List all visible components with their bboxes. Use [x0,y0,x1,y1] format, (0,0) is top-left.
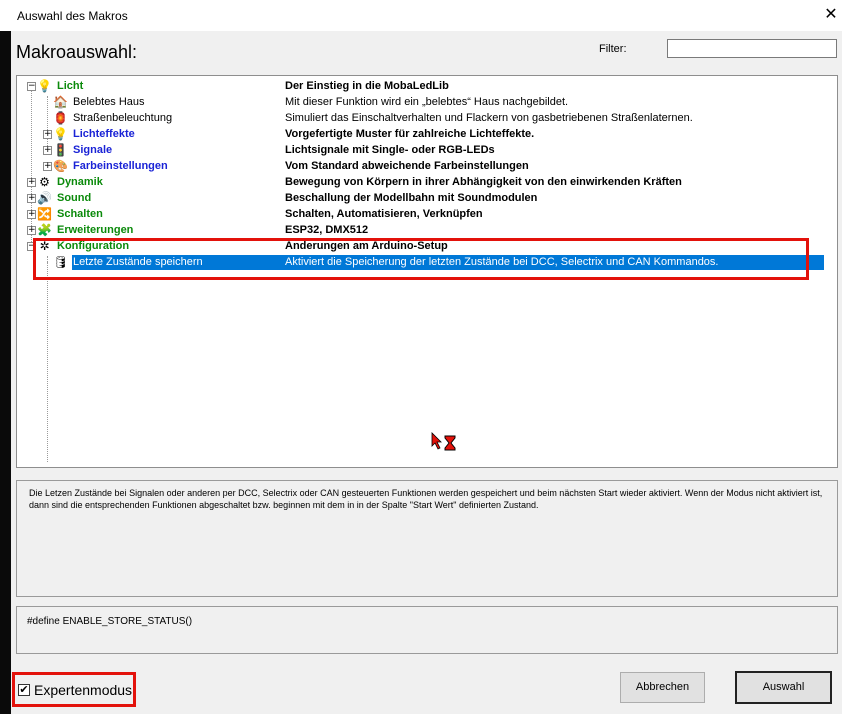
filter-label: Filter: [599,43,627,55]
select-button-label: Auswahl [762,681,805,693]
tree-row[interactable]: 🏠 Belebtes Haus Mit dieser Funktion wird e… [17,95,837,111]
switch-icon: 🔀 [37,207,52,221]
tree-item-description: Bewegung von Körpern in ihrer Abhängigke… [285,176,682,188]
tree-guide-line [47,262,48,462]
left-edge-bar [0,31,11,714]
tree-item-description: ESP32, DMX512 [285,224,369,236]
description-panel: Die Letzen Zustände bei Signalen oder an… [16,480,838,597]
expand-icon[interactable]: + [27,226,36,235]
house-icon: 🏠 [53,95,68,109]
page-title: Makroauswahl: [16,42,138,62]
busy-cursor-icon [431,432,456,451]
tree-row[interactable]: + 🎨 Farbeinstellungen Vom Standard abweiche… [17,159,837,175]
tree-item-name: Licht [57,80,84,92]
highlight-box-configuration [33,238,809,280]
expand-icon[interactable]: + [43,162,52,171]
code-text: #define ENABLE_STORE_STATUS() [27,616,193,627]
tree-item-name: Schalten [57,208,103,220]
code-panel: #define ENABLE_STORE_STATUS() [16,606,838,654]
highlight-box-expert-mode [12,672,136,707]
close-icon[interactable]: ✕ [822,4,840,26]
tree-row[interactable]: + 🔀 Schalten Schalten, Automatisieren, Verk… [17,207,837,223]
tree-row[interactable]: − 💡 Licht Der Einstieg in die MobaLedLib [17,79,837,95]
expand-icon[interactable]: + [27,210,36,219]
tree-item-description: Simuliert das Einschaltverhalten und Fla… [285,112,693,124]
expand-icon[interactable]: + [27,178,36,187]
tree-item-description: Lichtsignale mit Single- oder RGB-LEDs [285,144,495,156]
color-wheel-icon: 🎨 [53,159,68,173]
light-bulb-icon: 💡 [53,127,68,141]
tree-row[interactable]: + 💡 Lichteffekte Vorgefertigte Muster für z… [17,127,837,143]
signal-icon: 🚦 [53,143,68,157]
street-lamp-icon: 🏮 [53,111,68,125]
gear-icon: ⚙ [39,175,50,189]
expand-icon[interactable]: + [27,194,36,203]
title-bar: Auswahl des Makros ✕ [0,0,842,31]
tree-item-name: Straßenbeleuchtung [73,112,173,124]
tree-item-name: Belebtes Haus [73,96,145,108]
tree-row[interactable]: + ⚙ Dynamik Bewegung von Körpern in ihrer A… [17,175,837,191]
tree-row[interactable]: + 🔊 Sound Beschallung der Modellbahn mit So… [17,191,837,207]
tree-row[interactable]: 🏮 Straßenbeleuchtung Simuliert das Einscha… [17,111,837,127]
tree-row[interactable]: + 🚦 Signale Lichtsignale mit Single- oder R… [17,143,837,159]
tree-item-name: Dynamik [57,176,103,188]
tree-item-name: Lichteffekte [73,128,135,140]
light-bulb-icon: 💡 [37,79,52,93]
tree-row[interactable]: + 🧩 Erweiterungen ESP32, DMX512 [17,223,837,239]
window-title: Auswahl des Makros [17,9,128,23]
select-button[interactable]: Auswahl [735,671,832,704]
tree-item-name: Signale [73,144,113,156]
expand-icon[interactable]: + [43,146,52,155]
tree-item-name: Farbeinstellungen [73,160,168,172]
speaker-icon: 🔊 [37,191,52,205]
tree-item-description: Vom Standard abweichende Farbeinstellung… [285,160,529,172]
puzzle-icon: 🧩 [37,223,52,237]
expand-icon[interactable]: + [43,130,52,139]
description-text: Die Letzen Zustände bei Signalen oder an… [29,488,823,510]
collapse-icon[interactable]: − [27,82,36,91]
tree-item-description: Vorgefertigte Muster für zahlreiche Lich… [285,128,535,140]
cancel-button-label: Abbrechen [635,681,690,693]
tree-item-description: Der Einstieg in die MobaLedLib [285,80,449,92]
tree-item-description: Schalten, Automatisieren, Verknüpfen [285,208,483,220]
tree-item-description: Mit dieser Funktion wird ein „belebtes“ … [285,96,569,108]
tree-item-description: Beschallung der Modellbahn mit Soundmodu… [285,192,538,204]
filter-input[interactable] [667,39,837,58]
tree-item-name: Erweiterungen [57,224,134,236]
tree-item-name: Sound [57,192,92,204]
cancel-button[interactable]: Abbrechen [620,672,705,703]
